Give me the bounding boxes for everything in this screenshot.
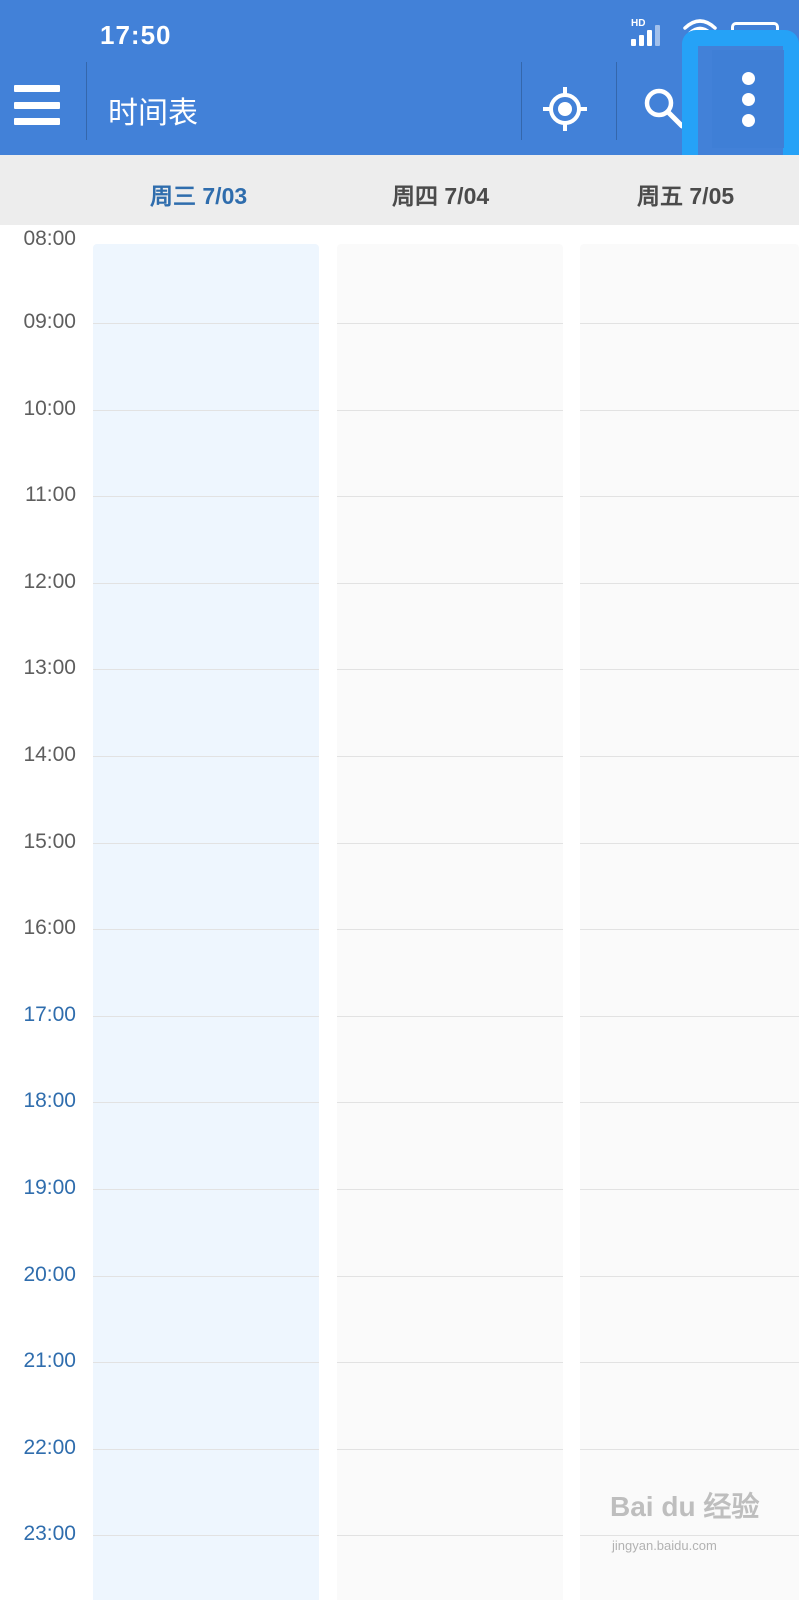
hour-gridline	[580, 669, 799, 671]
hour-gridline	[580, 1362, 799, 1364]
hour-gridline	[580, 409, 799, 411]
hour-label: 20:00	[23, 1262, 76, 1286]
day-column-today[interactable]	[93, 244, 319, 1600]
hour-label: 08:00	[23, 227, 76, 250]
hour-gridline	[580, 496, 799, 498]
hour-gridline	[93, 1015, 319, 1017]
hour-gridline	[93, 1448, 319, 1450]
hour-gridline	[580, 756, 799, 757]
page-title: 时间表	[108, 97, 198, 130]
hour-gridline	[580, 1275, 799, 1277]
hour-gridline	[337, 929, 563, 931]
hour-gridline	[337, 323, 563, 324]
hour-label: 17:00	[23, 1002, 76, 1026]
day-column[interactable]	[337, 244, 563, 1600]
toolbar-divider	[86, 62, 87, 140]
day-tab-today[interactable]: 周三 7/03	[150, 177, 247, 211]
hour-gridline	[337, 1015, 563, 1017]
status-time: 17:50	[100, 20, 172, 50]
hour-gridline	[93, 1102, 319, 1104]
hour-gridline	[93, 1362, 319, 1364]
hour-gridline	[580, 323, 799, 324]
hour-gridline	[93, 756, 319, 757]
hour-gridline	[580, 1102, 799, 1104]
hour-label: 11:00	[25, 483, 76, 507]
app-bar: 17:50 HD 时间表	[0, 0, 799, 174]
hour-gridline	[337, 1275, 563, 1277]
hour-label: 16:00	[23, 916, 76, 940]
hour-gridline	[93, 842, 319, 844]
hour-gridline	[337, 1535, 563, 1537]
hour-gridline	[580, 929, 799, 931]
day-header: 周三 7/03 周四 7/04 周五 7/05	[0, 155, 799, 225]
day-tab[interactable]: 周五 7/05	[637, 177, 734, 211]
hour-label: 21:00	[23, 1349, 76, 1373]
hour-gridline	[337, 1448, 563, 1450]
hour-label: 14:00	[23, 743, 76, 766]
hour-gridline	[337, 669, 563, 671]
hour-gridline	[337, 756, 563, 757]
hour-label: 22:00	[23, 1435, 76, 1459]
hour-gridline	[580, 842, 799, 844]
day-column[interactable]	[580, 244, 799, 1600]
hour-gridline	[337, 409, 563, 411]
more-vert-icon[interactable]	[712, 50, 784, 148]
day-tab[interactable]: 周四 7/04	[392, 177, 489, 211]
hour-gridline	[337, 842, 563, 844]
hour-gridline	[580, 1189, 799, 1190]
hour-label: 18:00	[23, 1089, 76, 1113]
toolbar-divider	[521, 62, 522, 140]
hour-gridline	[580, 1015, 799, 1017]
signal-icon: HD	[629, 18, 669, 46]
hour-gridline	[337, 1362, 563, 1364]
hour-gridline	[580, 1535, 799, 1537]
schedule-grid: 08:00 09:00 10:00 11:00 12:00 13:00 14:00 15:00…	[0, 225, 799, 1600]
hour-gridline	[93, 929, 319, 931]
hour-gridline	[93, 323, 319, 324]
hour-gridline	[93, 496, 319, 498]
locate-icon[interactable]	[540, 84, 590, 134]
hour-gridline	[93, 582, 319, 584]
watermark-url: jingyan.baidu.com	[612, 1538, 717, 1553]
hour-gridline	[580, 1448, 799, 1450]
search-icon[interactable]	[640, 84, 686, 130]
watermark-logo: Bai du 经验	[610, 1491, 760, 1522]
toolbar-divider	[616, 62, 617, 140]
hour-label: 12:00	[23, 569, 76, 593]
drawer-menu-button[interactable]	[14, 85, 60, 125]
hour-gridline	[337, 1189, 563, 1190]
hour-gridline	[337, 496, 563, 498]
hour-label: 19:00	[23, 1176, 76, 1199]
hour-gridline	[93, 409, 319, 411]
hour-label: 23:00	[23, 1522, 76, 1546]
hour-gridline	[93, 669, 319, 671]
hour-gridline	[93, 1275, 319, 1277]
hour-label: 09:00	[23, 310, 76, 333]
hour-gridline	[337, 1102, 563, 1104]
hour-gridline	[93, 1189, 319, 1190]
hour-gridline	[337, 582, 563, 584]
hour-gridline	[580, 582, 799, 584]
hour-label: 13:00	[23, 656, 76, 680]
hour-gridline	[93, 1535, 319, 1537]
hour-label: 15:00	[23, 829, 76, 853]
hour-label: 10:00	[23, 396, 76, 420]
